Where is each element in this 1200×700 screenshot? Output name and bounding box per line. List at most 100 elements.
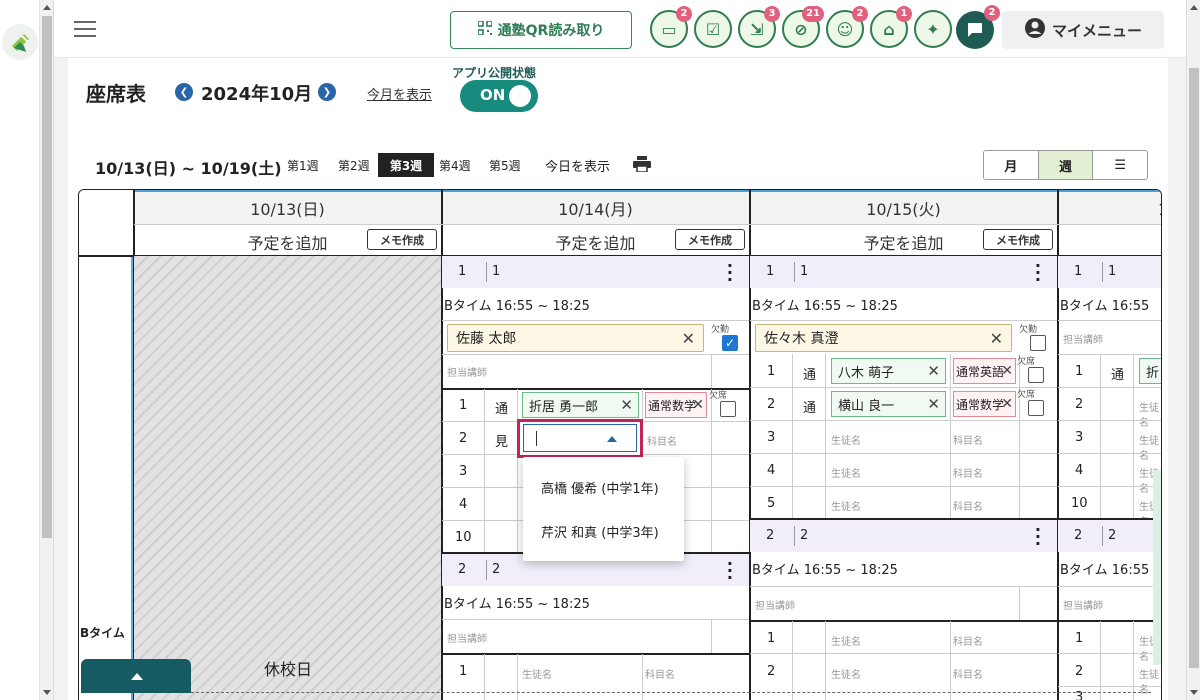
clear-icon[interactable]: ✕: [927, 362, 940, 380]
student-absent-checkbox[interactable]: 欠席: [709, 388, 749, 422]
left-scrollbar[interactable]: [40, 0, 54, 700]
subject-chip[interactable]: 通常数学 ✕: [645, 392, 707, 418]
clear-icon[interactable]: ✕: [927, 395, 940, 413]
day-header-sun: 10/13(日): [134, 190, 441, 224]
btime-label: Bタイム 16:55 ~ 18:25: [444, 298, 590, 314]
add-event-row-sun: 予定を追加 メモ作成: [134, 224, 441, 256]
bottom-divider: [191, 692, 1151, 693]
segment-header: 1 1 · · ·: [442, 256, 749, 288]
clear-icon[interactable]: ✕: [682, 329, 695, 348]
list-view-icon[interactable]: ☰: [1093, 151, 1147, 179]
group-icon[interactable]: ☺ 2: [826, 6, 868, 48]
teacher-select[interactable]: 佐藤 太郎 ✕: [447, 324, 704, 352]
chat-icon[interactable]: 2: [956, 5, 1000, 49]
page-title: 座席表: [86, 82, 146, 106]
clear-icon[interactable]: ✕: [1001, 396, 1013, 412]
month-view-button[interactable]: 月: [984, 151, 1039, 179]
segment-header: 2 2 · · ·: [750, 520, 1057, 552]
add-event-row-tue: 予定を追加 メモ作成: [750, 224, 1057, 256]
btime-label: Bタイム 16:55 ~ 18:25: [752, 298, 898, 314]
scroll-thumb[interactable]: [1189, 68, 1199, 668]
student-chip[interactable]: 折: [1139, 358, 1161, 384]
text-caret: [536, 431, 537, 446]
btime-label: Bタイム 16:55 ~ 18:25: [444, 596, 590, 612]
today-link[interactable]: 今日を表示: [545, 156, 610, 175]
week-tab-5[interactable]: 第5週: [489, 157, 521, 174]
memo-button[interactable]: メモ作成: [675, 229, 745, 250]
clear-icon[interactable]: ✕: [990, 329, 1003, 348]
teacher-select[interactable]: 佐々木 真澄 ✕: [755, 324, 1012, 352]
subject-chip[interactable]: 通常数学 ✕: [953, 391, 1016, 417]
date-range: 10/13(日) ~ 10/19(土): [95, 159, 282, 178]
merge-arrows-icon[interactable]: ⇲ 3: [738, 6, 780, 48]
teacher-absent-checkbox[interactable]: 欠勤: [1019, 322, 1059, 356]
checklist-icon[interactable]: ☑: [694, 10, 732, 48]
scroll-down-icon[interactable]: [43, 690, 51, 695]
week-tab-3[interactable]: 第3週: [378, 153, 434, 177]
day-header-tue: 10/15(火): [750, 190, 1057, 224]
expand-panel-button[interactable]: [81, 659, 191, 693]
kebab-menu-icon[interactable]: · · ·: [1035, 522, 1041, 552]
closed-day-area: [134, 256, 441, 700]
student-combobox-field[interactable]: [523, 424, 637, 452]
view-switcher: 月 週 ☰: [983, 150, 1148, 180]
print-icon[interactable]: [633, 156, 651, 173]
teacher-placeholder: 担当講師: [447, 368, 487, 379]
day-header-mon: 10/14(月): [442, 190, 749, 224]
group-badge: 2: [852, 6, 868, 22]
app-logo-icon[interactable]: [2, 24, 38, 60]
subject-chip[interactable]: 通常英語 ✕: [953, 358, 1016, 384]
no-visibility-icon[interactable]: ⊘ 21: [782, 6, 824, 48]
left-rail: [0, 0, 40, 700]
add-event-row-mon: 予定を追加 メモ作成: [442, 224, 749, 256]
qr-scan-button[interactable]: 通塾QR読み取り: [450, 11, 632, 49]
student-absent-checkbox[interactable]: 欠席: [1017, 354, 1057, 388]
teacher-absent-checkbox[interactable]: 欠勤 ✓: [711, 322, 751, 356]
toggle-knob[interactable]: [509, 85, 531, 107]
week-tab-4[interactable]: 第4週: [439, 157, 471, 174]
scroll-thumb[interactable]: [42, 16, 52, 538]
week-tab-2[interactable]: 第2週: [338, 157, 370, 174]
prev-month-icon[interactable]: ❮: [175, 83, 193, 101]
merge-arrows-badge: 3: [764, 6, 780, 22]
student-chip[interactable]: 八木 萌子 ✕: [831, 358, 946, 384]
kebab-menu-icon[interactable]: · · ·: [727, 258, 733, 288]
next-month-icon[interactable]: ❯: [318, 83, 336, 101]
grid-corner: [79, 190, 134, 256]
message-icon[interactable]: ▭ 2: [650, 6, 692, 48]
caret-up-icon[interactable]: [607, 436, 617, 442]
subject-placeholder: 科目名: [647, 437, 677, 448]
chat-badge: 2: [984, 5, 1000, 21]
kebab-menu-icon[interactable]: · · ·: [727, 556, 733, 586]
scroll-up-icon[interactable]: [1190, 5, 1198, 10]
kebab-menu-icon[interactable]: · · ·: [1035, 258, 1041, 288]
student-chip[interactable]: 折居 勇一郎 ✕: [522, 392, 639, 418]
btime-label: Bタイム 16:55: [1060, 562, 1150, 578]
gift-icon[interactable]: ✦: [914, 10, 952, 48]
week-tab-1[interactable]: 第1週: [287, 157, 319, 174]
clear-icon[interactable]: ✕: [692, 397, 704, 413]
segment-header: 1 1: [1058, 256, 1161, 288]
side-indicator: [1153, 470, 1161, 665]
hamburger-menu-icon[interactable]: [74, 21, 96, 37]
week-view-button[interactable]: 週: [1038, 151, 1094, 179]
dropdown-option[interactable]: 高橋 優希 (中学1年): [541, 478, 659, 497]
clear-icon[interactable]: ✕: [1001, 363, 1013, 379]
student-dropdown-menu: 高橋 優希 (中学1年) 芹沢 和真 (中学3年): [523, 457, 684, 561]
dropdown-option[interactable]: 芹沢 和真 (中学3年): [541, 522, 659, 541]
my-menu-button[interactable]: マイメニュー: [1002, 11, 1164, 49]
memo-button[interactable]: メモ作成: [983, 229, 1053, 250]
scroll-down-icon[interactable]: [1190, 690, 1198, 695]
my-menu-label: マイメニュー: [1051, 21, 1142, 40]
chevron-up-icon: [131, 673, 143, 680]
this-month-link[interactable]: 今月を表示: [367, 84, 432, 103]
qr-scan-label: 通塾QR読み取り: [497, 23, 605, 39]
scroll-up-icon[interactable]: [43, 5, 51, 10]
student-chip[interactable]: 横山 良一 ✕: [831, 391, 946, 417]
memo-button[interactable]: メモ作成: [367, 229, 437, 250]
clear-icon[interactable]: ✕: [620, 396, 633, 414]
right-scrollbar[interactable]: [1186, 0, 1200, 700]
student-absent-checkbox[interactable]: 欠席: [1017, 387, 1057, 421]
bank-icon[interactable]: ⌂ 1: [870, 6, 912, 48]
segment-header: 2 2: [1058, 520, 1161, 552]
